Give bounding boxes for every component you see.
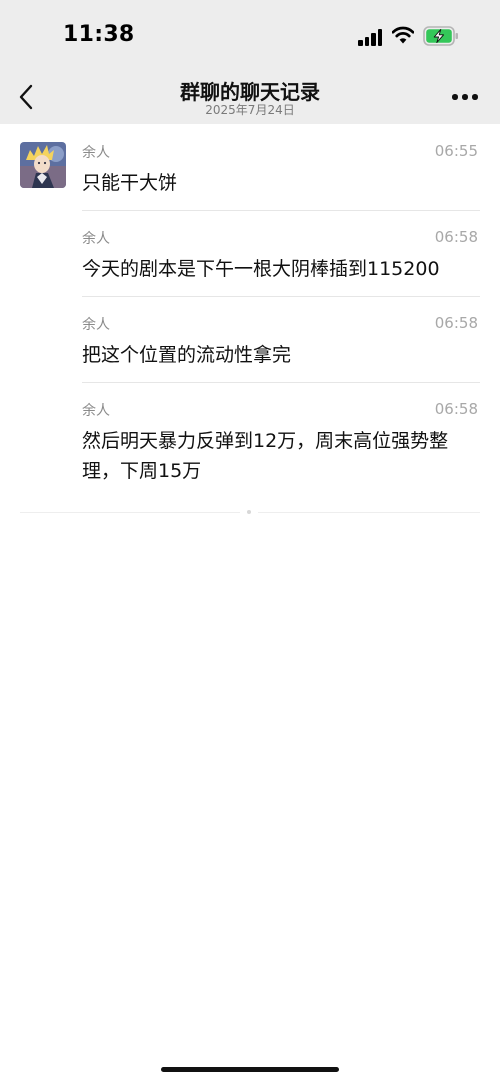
message-divider [82, 296, 480, 297]
message-sender: 余人 [82, 403, 110, 419]
message-text: 然后明天暴力反弹到12万，周末高位强势整理，下周15万 [82, 430, 449, 482]
battery-charging-icon [423, 26, 458, 46]
message-time: 06:58 [434, 228, 478, 246]
message-time: 06:58 [434, 314, 478, 332]
page-subtitle-date: 2025年7月24日 [205, 103, 295, 117]
home-indicator[interactable] [161, 1067, 339, 1072]
message-sender: 余人 [82, 145, 110, 161]
wifi-icon [392, 26, 414, 44]
end-divider-left [20, 512, 240, 513]
status-time: 11:38 [63, 22, 135, 47]
end-divider-right [258, 512, 480, 513]
message-text: 把这个位置的流动性拿完 [82, 344, 292, 366]
message-time: 06:55 [434, 142, 478, 160]
signal-icon [358, 28, 384, 46]
message-time: 06:58 [434, 400, 478, 418]
message-divider [82, 382, 480, 383]
status-bar: 11:38 [0, 0, 500, 70]
message-text: 只能干大饼 [82, 172, 178, 194]
nav-bar: 群聊的聊天记录 2025年7月24日 [0, 70, 500, 124]
top-bar: 11:38 群聊的聊天记录 2025年7月24日 [0, 0, 500, 124]
message-divider [82, 210, 480, 211]
message-text: 今天的剧本是下午一根大阴棒插到115200 [82, 258, 440, 280]
avatar[interactable] [20, 142, 66, 188]
message-sender: 余人 [82, 317, 110, 333]
message-sender: 余人 [82, 231, 110, 247]
more-dots-icon[interactable] [452, 92, 478, 102]
end-divider-dot [247, 510, 251, 514]
